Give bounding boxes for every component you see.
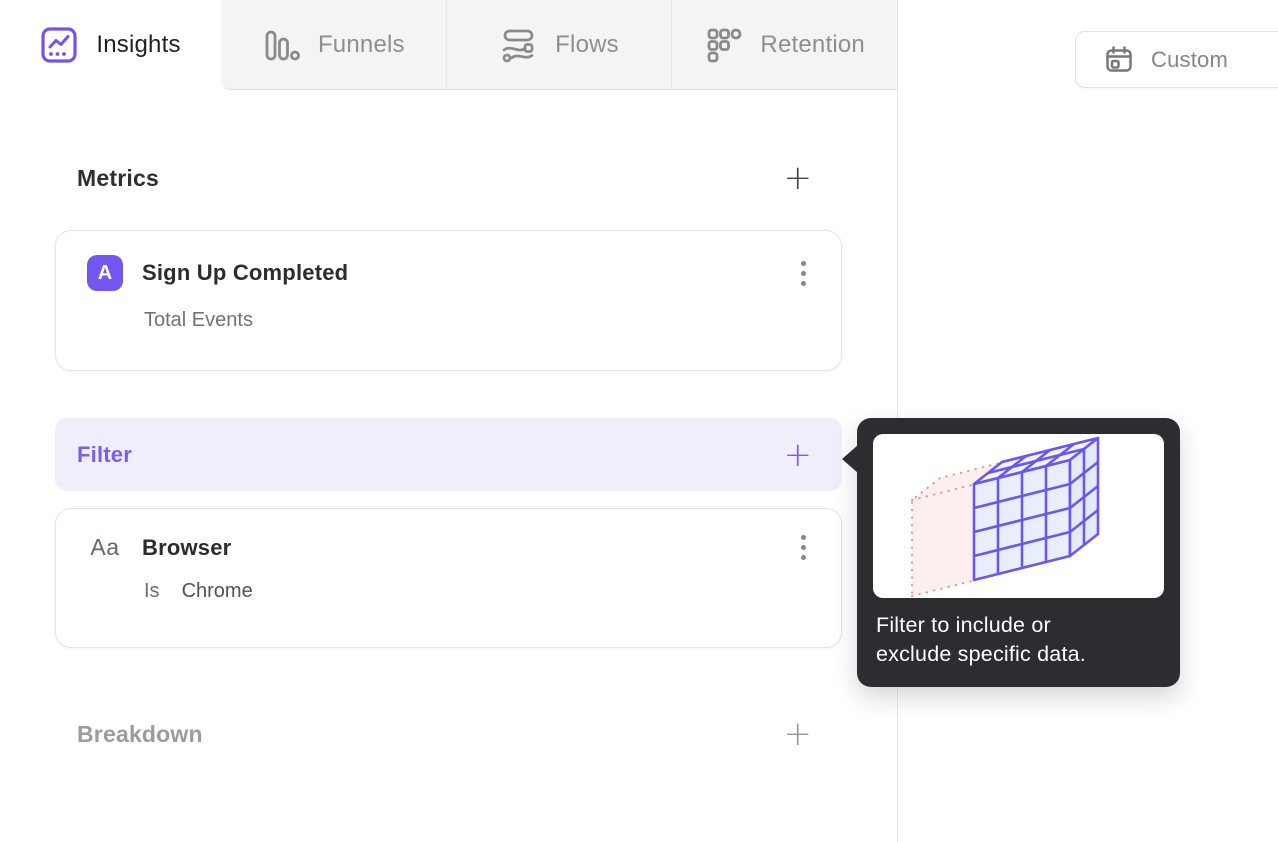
filter-section-header: Filter + (55, 418, 842, 491)
filter-cube-illustration (873, 434, 1164, 598)
metric-event-name[interactable]: Sign Up Completed (142, 260, 348, 286)
calendar-icon (1104, 45, 1134, 75)
filter-property-name[interactable]: Browser (142, 535, 231, 561)
metric-aggregation[interactable]: Total Events (144, 309, 808, 332)
flows-icon (499, 26, 537, 64)
retention-icon (704, 26, 742, 64)
date-range-custom-button[interactable]: Custom (1075, 31, 1278, 88)
filter-title: Filter (77, 441, 132, 467)
metric-letter-badge: A (87, 255, 123, 291)
insights-report-page: Insights Funnels Flows Retention Custom … (0, 0, 1278, 842)
filter-operator[interactable]: Is (144, 580, 160, 603)
add-metric-icon[interactable]: + (784, 161, 813, 195)
metrics-title: Metrics (77, 164, 159, 191)
tooltip-text: Filter to include or exclude specific da… (876, 613, 1086, 666)
tab-flows-label: Flows (555, 31, 619, 58)
tab-insights-label: Insights (96, 31, 181, 58)
metrics-section-header: Metrics + (55, 160, 842, 196)
tooltip-arrow (842, 445, 858, 473)
tab-funnels[interactable]: Funnels (221, 0, 446, 90)
report-type-tabbar: Insights Funnels Flows Retention (0, 0, 897, 90)
filter-card[interactable]: Aa Browser Is Chrome (55, 508, 842, 648)
tab-insights[interactable]: Insights (0, 0, 221, 90)
breakdown-title: Breakdown (77, 720, 203, 747)
insights-icon (40, 26, 78, 64)
funnels-icon (262, 26, 300, 64)
add-breakdown-icon[interactable]: + (784, 717, 813, 751)
tab-retention[interactable]: Retention (671, 0, 897, 90)
inactive-tab-group: Funnels Flows Retention (221, 0, 897, 90)
date-range-label: Custom (1151, 46, 1228, 72)
add-filter-icon[interactable]: + (784, 438, 813, 472)
breakdown-section-header: Breakdown + (55, 716, 842, 752)
filter-value[interactable]: Chrome (182, 580, 253, 603)
tab-flows[interactable]: Flows (445, 0, 672, 90)
metric-card[interactable]: A Sign Up Completed Total Events (55, 230, 842, 371)
metric-kebab-menu-icon[interactable] (799, 259, 808, 288)
filter-tooltip: Filter to include or exclude specific da… (842, 418, 1180, 687)
string-property-icon: Aa (90, 534, 120, 560)
tab-funnels-label: Funnels (317, 31, 405, 58)
tab-retention-label: Retention (760, 31, 865, 58)
filter-kebab-menu-icon[interactable] (799, 533, 808, 562)
